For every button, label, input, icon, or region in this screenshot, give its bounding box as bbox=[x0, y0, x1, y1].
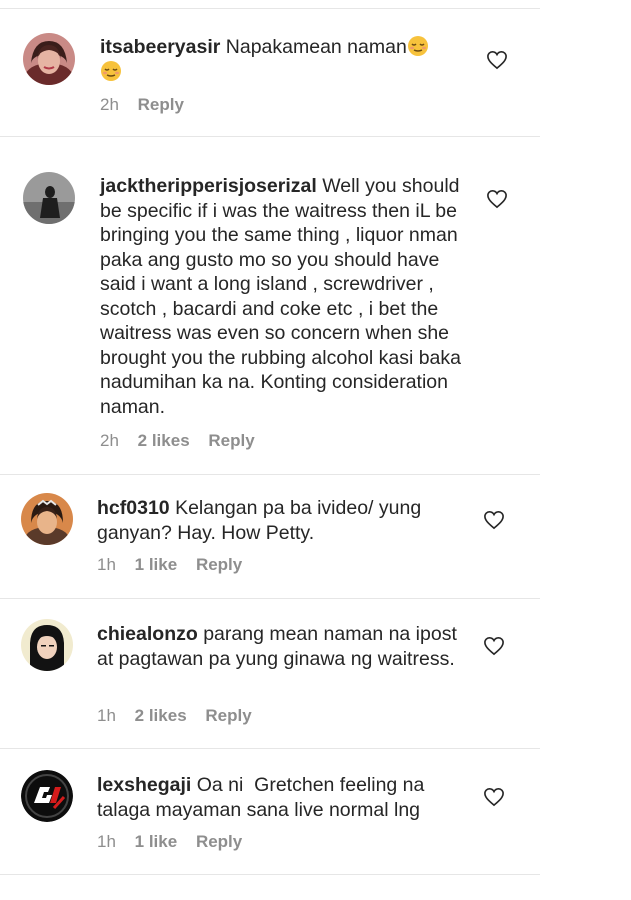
username[interactable]: itsabeeryasir bbox=[100, 36, 220, 58]
avatar[interactable] bbox=[21, 493, 73, 545]
reply-button[interactable]: Reply bbox=[196, 555, 242, 574]
divider bbox=[0, 474, 540, 475]
username[interactable]: hcf0310 bbox=[97, 497, 170, 519]
comment-text: jacktheripperisjoserizal Well you should… bbox=[100, 174, 472, 419]
comment-body: Napakamean naman bbox=[225, 36, 407, 58]
divider bbox=[0, 874, 540, 875]
likes-count[interactable]: 2 likes bbox=[138, 431, 190, 450]
username[interactable]: chiealonzo bbox=[97, 623, 198, 645]
comment-meta: 2h Reply bbox=[100, 95, 198, 115]
avatar[interactable] bbox=[21, 619, 73, 671]
divider bbox=[0, 748, 540, 749]
reply-button[interactable]: Reply bbox=[205, 706, 251, 725]
timestamp: 1h bbox=[97, 832, 116, 851]
heart-outline-icon[interactable] bbox=[486, 189, 508, 209]
comment-text: chiealonzo parang mean naman na ipost at… bbox=[97, 622, 469, 671]
likes-count[interactable]: 1 like bbox=[135, 555, 178, 574]
comment-text: hcf0310 Kelangan pa ba ivideo/ yung gany… bbox=[97, 496, 469, 545]
heart-outline-icon[interactable] bbox=[483, 510, 505, 530]
comments-list: itsabeeryasir Napakamean naman 2h Reply … bbox=[0, 0, 631, 900]
comment-text: itsabeeryasir Napakamean naman bbox=[100, 35, 472, 84]
reply-button[interactable]: Reply bbox=[196, 832, 242, 851]
comment-meta: 1h 1 like Reply bbox=[97, 832, 256, 852]
divider bbox=[0, 136, 540, 137]
heart-outline-icon[interactable] bbox=[483, 636, 505, 656]
timestamp: 2h bbox=[100, 95, 119, 114]
comment-body: Well you should be specific if i was the… bbox=[100, 175, 461, 418]
divider bbox=[0, 8, 540, 9]
likes-count[interactable]: 1 like bbox=[135, 832, 178, 851]
username[interactable]: lexshegaji bbox=[97, 774, 191, 796]
comment-meta: 2h 2 likes Reply bbox=[100, 431, 269, 451]
comment-meta: 1h 2 likes Reply bbox=[97, 706, 266, 726]
heart-outline-icon[interactable] bbox=[483, 787, 505, 807]
comment-meta: 1h 1 like Reply bbox=[97, 555, 256, 575]
timestamp: 1h bbox=[97, 555, 116, 574]
relieved-face-icon bbox=[407, 35, 429, 57]
username[interactable]: jacktheripperisjoserizal bbox=[100, 175, 317, 197]
reply-button[interactable]: Reply bbox=[138, 95, 184, 114]
timestamp: 2h bbox=[100, 431, 119, 450]
avatar[interactable] bbox=[23, 172, 75, 224]
likes-count[interactable]: 2 likes bbox=[135, 706, 187, 725]
heart-outline-icon[interactable] bbox=[486, 50, 508, 70]
avatar[interactable] bbox=[21, 770, 73, 822]
reply-button[interactable]: Reply bbox=[208, 431, 254, 450]
avatar[interactable] bbox=[23, 33, 75, 85]
divider bbox=[0, 598, 540, 599]
relieved-face-icon bbox=[100, 60, 122, 82]
timestamp: 1h bbox=[97, 706, 116, 725]
comment-text: lexshegaji Oa ni Gretchen feeling na tal… bbox=[97, 773, 469, 822]
